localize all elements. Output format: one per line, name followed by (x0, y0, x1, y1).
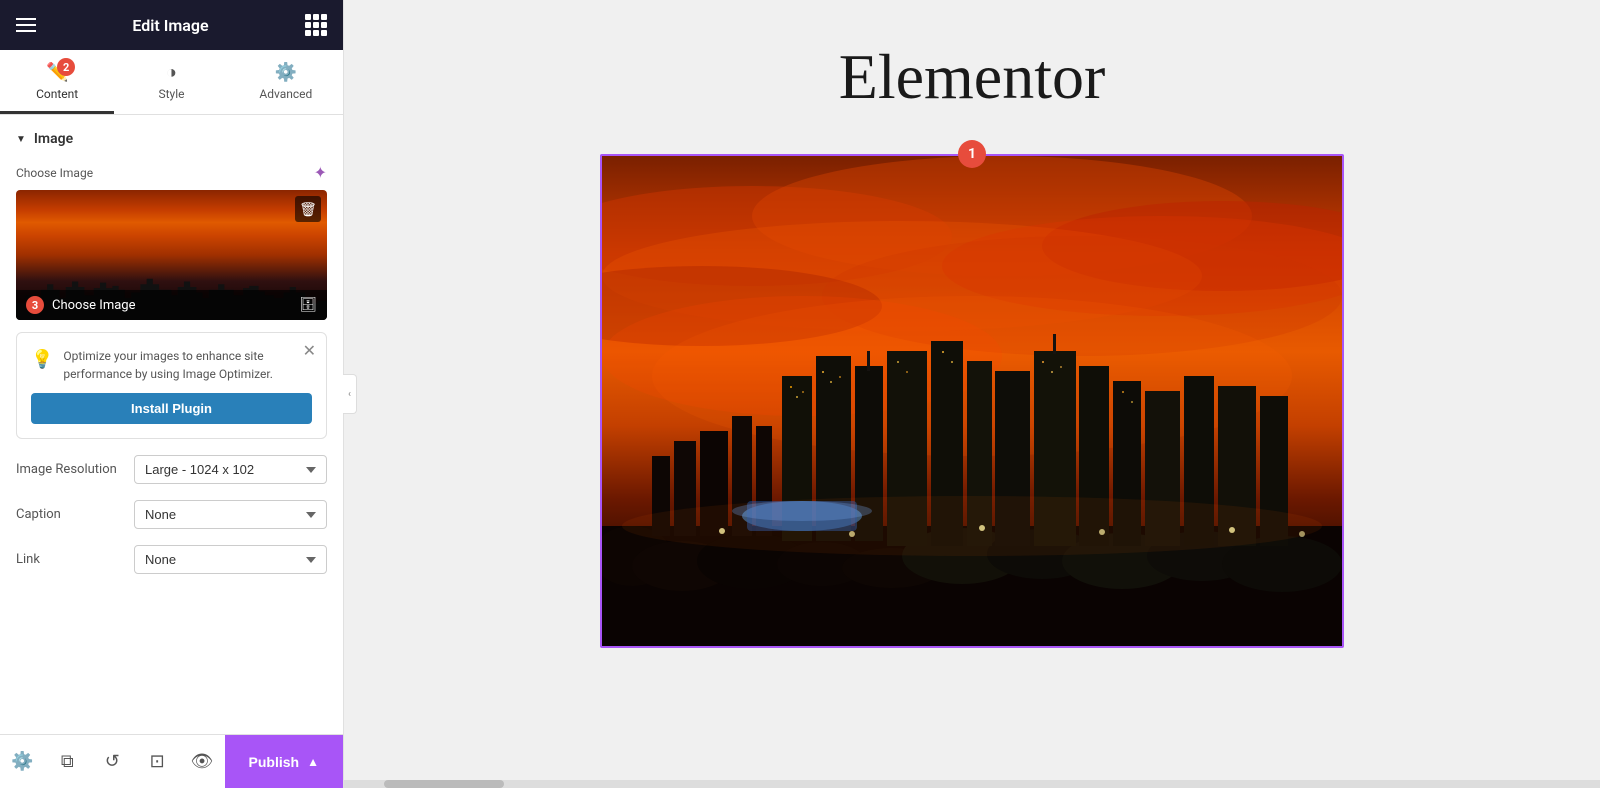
optimizer-box: ✕ 💡 Optimize your images to enhance site… (16, 332, 327, 439)
image-resolution-label: Image Resolution (16, 462, 126, 477)
panel-header: Edit Image (0, 0, 343, 50)
database-icon: 🗄 (299, 297, 317, 313)
tab-style[interactable]: ◑ Style (114, 50, 228, 114)
preview-button[interactable]: 👁 (180, 735, 225, 788)
canvas-title: Elementor (839, 40, 1106, 114)
panel-title: Edit Image (132, 16, 208, 35)
grid-menu-icon[interactable] (305, 14, 327, 36)
hamburger-menu[interactable] (16, 18, 36, 32)
delete-image-button[interactable]: 🗑 (295, 196, 321, 222)
main-image (602, 156, 1342, 646)
choose-image-label: Choose Image (16, 166, 93, 180)
link-label: Link (16, 552, 126, 567)
choose-image-bar[interactable]: 3 Choose Image 🗄 (16, 290, 327, 320)
tab-style-label: Style (158, 87, 184, 101)
install-plugin-button[interactable]: Install Plugin (31, 393, 312, 424)
chevron-up-icon: ▲ (307, 755, 319, 769)
layers-button[interactable]: ⧉ (45, 735, 90, 788)
image-resolution-row: Image Resolution Large - 1024 x 102 Medi… (16, 455, 327, 484)
scrollbar-thumb (384, 780, 504, 788)
link-row: Link None Media File Custom URL (16, 545, 327, 574)
image-resolution-select[interactable]: Large - 1024 x 102 Medium - 300 x 300 Fu… (134, 455, 327, 484)
section-label: Image (34, 131, 73, 147)
canvas-area: Elementor 1 (344, 0, 1600, 788)
tab-content-label: Content (36, 87, 78, 101)
link-select[interactable]: None Media File Custom URL (134, 545, 327, 574)
section-arrow-icon: ▼ (16, 134, 26, 145)
left-panel: Edit Image ✏️ Content 2 ◑ Style ⚙️ Advan… (0, 0, 344, 788)
optimizer-icon: 💡 (31, 349, 53, 370)
choose-image-label-row: Choose Image ✦ (16, 163, 327, 182)
image-widget[interactable]: 1 (600, 154, 1344, 648)
settings-button[interactable]: ⚙️ (0, 735, 45, 788)
expand-icon[interactable]: ✦ (314, 163, 327, 182)
tab-advanced[interactable]: ⚙️ Advanced (229, 50, 343, 114)
responsive-button[interactable]: ⊡ (135, 735, 180, 788)
style-icon: ◑ (166, 62, 177, 83)
publish-label: Publish (249, 754, 300, 770)
collapse-handle[interactable]: ‹ (343, 374, 357, 414)
caption-row: Caption None Attachment Caption Custom C… (16, 500, 327, 529)
caption-select[interactable]: None Attachment Caption Custom Caption (134, 500, 327, 529)
history-button[interactable]: ↺ (90, 735, 135, 788)
tab-content[interactable]: ✏️ Content 2 (0, 50, 114, 114)
image-widget-badge: 1 (958, 140, 986, 168)
tab-advanced-label: Advanced (259, 87, 312, 101)
close-optimizer-button[interactable]: ✕ (303, 341, 316, 361)
choose-image-btn-label: Choose Image (52, 298, 135, 313)
choose-image-badge: 3 (26, 296, 44, 314)
image-section-header: ▼ Image (16, 131, 327, 147)
optimizer-top: 💡 Optimize your images to enhance site p… (31, 347, 312, 383)
optimizer-text: Optimize your images to enhance site per… (63, 347, 312, 383)
caption-label: Caption (16, 507, 126, 522)
panel-content: ▼ Image Choose Image ✦ 🗑 3 Choose Image … (0, 115, 343, 734)
panel-tabs: ✏️ Content 2 ◑ Style ⚙️ Advanced (0, 50, 343, 115)
publish-button[interactable]: Publish ▲ (225, 735, 343, 788)
content-badge: 2 (57, 58, 75, 76)
gear-icon: ⚙️ (275, 62, 297, 83)
bottom-scrollbar[interactable] (344, 780, 1600, 788)
image-preview[interactable]: 🗑 3 Choose Image 🗄 (16, 190, 327, 320)
panel-footer: ⚙️ ⧉ ↺ ⊡ 👁 Publish ▲ (0, 734, 343, 788)
